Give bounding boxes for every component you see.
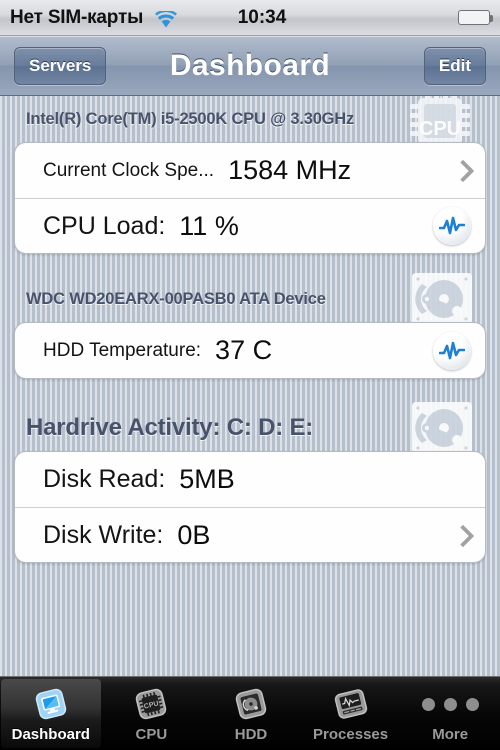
- section-title-hdd: WDC WD20EARX-00PASB0 ATA Device: [26, 289, 326, 308]
- cpu-chip-icon: CPU: [130, 684, 172, 724]
- svg-text:CPU: CPU: [419, 118, 461, 140]
- hard-drive-icon: [230, 684, 272, 724]
- chevron-right-icon: [454, 524, 467, 547]
- row-label: CPU Load:: [43, 211, 166, 240]
- tab-bar: Dashboard CPU CPU HDD Processes More: [0, 676, 500, 750]
- tab-label: Dashboard: [11, 726, 90, 743]
- row-disk-read[interactable]: Disk Read: 5MB: [15, 452, 485, 507]
- card-cpu: Current Clock Spe... 1584 MHz CPU Load: …: [14, 142, 486, 254]
- tab-label: Processes: [313, 726, 389, 743]
- row-value: 11 %: [179, 210, 239, 241]
- status-bar-right: [458, 10, 493, 25]
- section-title-cpu: Intel(R) Core(TM) i5-2500K CPU @ 3.30GHz: [26, 109, 355, 128]
- edit-button[interactable]: Edit: [423, 46, 486, 85]
- activity-pulse-icon[interactable]: [433, 207, 471, 245]
- section-header-cpu: Intel(R) Core(TM) i5-2500K CPU @ 3.30GHz: [14, 96, 486, 151]
- section-hardrive-activity: Hardrive Activity: C: D: E: Disk Read: 5…: [14, 402, 486, 563]
- row-label: Current Clock Spe...: [43, 159, 215, 181]
- back-button-servers[interactable]: Servers: [14, 46, 107, 85]
- navigation-bar: Servers Dashboard Edit: [0, 36, 500, 96]
- row-accessory: [454, 524, 471, 547]
- section-header-hardrive-activity: Hardrive Activity: C: D: E:: [14, 402, 486, 454]
- card-hdd-temperature: HDD Temperature: 37 C: [14, 322, 486, 379]
- row-label: Disk Read:: [43, 465, 166, 493]
- chevron-right-icon: [454, 159, 467, 182]
- wifi-icon: [155, 8, 178, 28]
- dot: [465, 697, 479, 711]
- processes-monitor-icon: [330, 684, 372, 724]
- tab-label: More: [432, 726, 469, 743]
- card-hardrive-activity: Disk Read: 5MB Disk Write: 0B: [14, 451, 486, 563]
- row-current-clock-speed[interactable]: Current Clock Spe... 1584 MHz: [15, 143, 485, 198]
- row-hdd-temperature[interactable]: HDD Temperature: 37 C: [15, 323, 485, 378]
- row-accessory: [433, 207, 471, 245]
- section-hdd-temperature: WDC WD20EARX-00PASB0 ATA Device HDD Temp…: [14, 273, 486, 379]
- tab-hdd[interactable]: HDD: [201, 677, 301, 750]
- activity-pulse-icon[interactable]: [433, 331, 471, 370]
- row-accessory: [454, 159, 471, 182]
- row-accessory: [433, 331, 471, 370]
- app-root: Нет SIM-карты 10:34 Servers Dashboard Ed…: [0, 0, 500, 750]
- row-label: Disk Write:: [43, 520, 164, 549]
- row-disk-write[interactable]: Disk Write: 0B: [15, 507, 485, 562]
- more-dots-icon: [421, 684, 479, 724]
- status-bar: Нет SIM-карты 10:34: [0, 0, 500, 36]
- dot: [443, 697, 457, 711]
- dashboard-monitor-icon: [30, 684, 72, 724]
- row-cpu-load[interactable]: CPU Load: 11 %: [15, 198, 485, 253]
- tab-processes[interactable]: Processes: [301, 677, 401, 750]
- tab-label: CPU: [135, 726, 168, 743]
- dot: [421, 697, 435, 711]
- row-value: 5MB: [179, 464, 235, 494]
- tab-label: HDD: [234, 726, 268, 743]
- row-label: HDD Temperature:: [43, 339, 202, 361]
- row-value: 1584 MHz: [228, 155, 352, 185]
- dashboard-scroll-view[interactable]: Intel(R) Core(TM) i5-2500K CPU @ 3.30GHz: [0, 96, 500, 676]
- section-header-hdd: WDC WD20EARX-00PASB0 ATA Device: [14, 273, 486, 325]
- tab-cpu[interactable]: CPU CPU: [102, 677, 202, 750]
- tab-dashboard[interactable]: Dashboard: [1, 679, 101, 748]
- row-value: 0B: [177, 519, 211, 550]
- battery-icon: [458, 10, 493, 25]
- carrier-label: Нет SIM-карты: [10, 6, 144, 28]
- row-value: 37 C: [215, 335, 273, 365]
- tab-more[interactable]: More: [400, 677, 500, 750]
- section-cpu: Intel(R) Core(TM) i5-2500K CPU @ 3.30GHz: [14, 96, 486, 254]
- section-title-hardrive-activity: Hardrive Activity: C: D: E:: [26, 414, 314, 441]
